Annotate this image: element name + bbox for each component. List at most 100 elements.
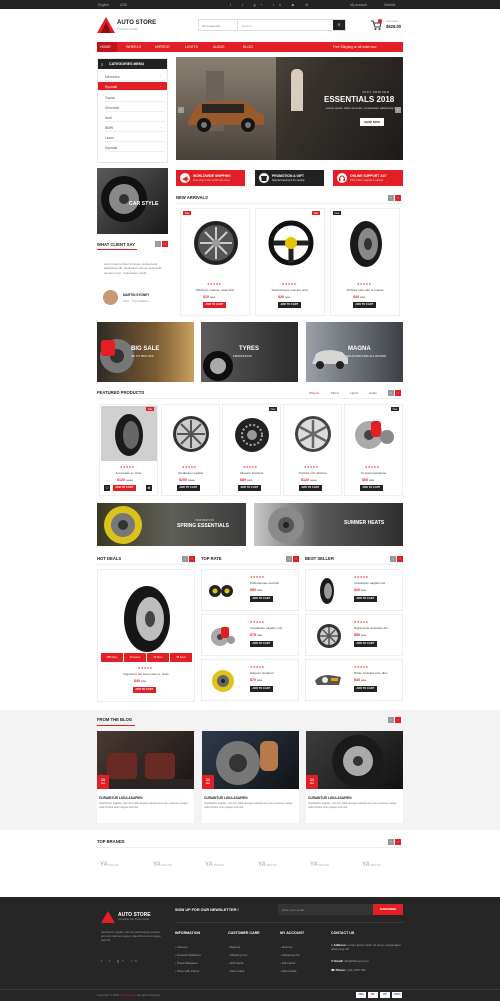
footer-link[interactable]: › Gift Cards [228, 961, 243, 965]
list-item[interactable]: ★★★★★ Aliquam tincidunt $70 $80 ADD TO C… [201, 659, 299, 701]
cart-icon[interactable] [370, 19, 382, 31]
cart-icon[interactable]: ⛉ [104, 485, 110, 491]
footer-link[interactable]: › Investor Relations [175, 953, 201, 957]
product-name[interactable]: Aliquam tincidunt [250, 671, 274, 675]
search-input[interactable]: Search [242, 24, 252, 28]
category-item[interactable]: Toyota [105, 93, 165, 102]
add-to-cart-button[interactable]: ADD TO CART [354, 596, 377, 602]
footer-link[interactable]: › Size Guide [280, 969, 297, 973]
add-to-cart-button[interactable]: ADD TO CART [353, 302, 376, 308]
cart-total[interactable]: $628.00 [386, 24, 401, 29]
blog-post-title[interactable]: CURABITUR LIGULASAPIEN [308, 796, 352, 800]
featured-prev-arrow[interactable]: ‹ [388, 390, 394, 396]
nav-blog[interactable]: BLOG [243, 45, 253, 49]
hot-deals-next-arrow[interactable]: › [189, 556, 195, 562]
product-name[interactable]: Aliquam tincidunt [223, 471, 280, 475]
tab-mirror[interactable]: Mirror [331, 391, 339, 395]
category-item-active[interactable]: Hyundai [98, 82, 167, 91]
footer-link[interactable]: › Returns [280, 945, 292, 949]
language-select[interactable]: English [98, 3, 109, 7]
product-name[interactable]: Ut accumsantisma [345, 471, 402, 475]
product-name[interactable]: Porttitor sed odio ut massa [331, 288, 399, 292]
product-card[interactable]: Sale ★★★★★ Accumsan et. Cras $120 $150 ⛉… [99, 404, 158, 496]
contact-phone[interactable]: ☎ Phone: (+01) 456 789 [331, 968, 365, 972]
blog-next-arrow[interactable]: › [395, 717, 401, 723]
brand-logo[interactable]: YA BRAND [310, 858, 350, 872]
product-name[interactable]: Vestibulum sagittis [162, 471, 219, 475]
new-arrivals-next-arrow[interactable]: › [395, 195, 401, 201]
top-rate-next-arrow[interactable]: › [293, 556, 299, 562]
newsletter-email-input[interactable]: Enter your email [278, 904, 373, 915]
add-to-cart-button[interactable]: ADD TO CART [278, 302, 301, 308]
category-item[interactable]: Audi [105, 113, 165, 122]
new-arrivals-prev-arrow[interactable]: ‹ [388, 195, 394, 201]
tab-wheels[interactable]: Wheels [309, 391, 319, 395]
banner-prev-arrow[interactable]: ‹ [178, 107, 184, 113]
product-card[interactable]: Sale ★★★★★ Maximus creasor, vitae felis … [180, 208, 250, 316]
nav-mirror[interactable]: MIRROR [155, 45, 170, 49]
featured-next-arrow[interactable]: › [395, 390, 401, 396]
car-style-banner[interactable]: CAR STYLE [97, 168, 168, 234]
spring-banner[interactable]: INSPIRATION SPRING ESSENTIALS [97, 503, 246, 546]
footer-link[interactable]: › Gift Cards [280, 961, 295, 965]
brands-prev-arrow[interactable]: ‹ [388, 839, 394, 845]
category-item[interactable]: Chevrolet [105, 103, 165, 112]
add-to-cart-button[interactable]: ADD TO CART [177, 485, 200, 491]
promo-big-sale[interactable]: BIG SALE UP TO 50% OFF [97, 322, 194, 382]
hot-deal-card[interactable]: 285 Days 24 Hours 59 Mins 58 Secs ★★★★★ … [97, 569, 195, 702]
best-seller-next-arrow[interactable]: › [397, 556, 403, 562]
footer-social-icons[interactable]: f t g+ in [101, 959, 140, 963]
product-card[interactable]: ★★★★★ Vestibulum sagittis $200 $250 ADD … [161, 404, 220, 496]
list-item[interactable]: ★★★★★ Dignissima vulputate dui $80 $90 A… [305, 614, 403, 656]
product-card[interactable]: New ★★★★★ Ut accumsantisma $65 $85 ADD T… [344, 404, 403, 496]
promo-tyres[interactable]: TYRES FROM $70.00 [201, 322, 298, 382]
compare-icon[interactable]: ⇄ [146, 485, 152, 491]
tab-audio[interactable]: Audio [369, 391, 377, 395]
nav-lights[interactable]: LIGHTS [185, 45, 198, 49]
product-name[interactable]: Vestibulum sagittis, nisl [250, 626, 282, 630]
banner-next-arrow[interactable]: › [395, 107, 401, 113]
footer-link[interactable]: › Shop with Points [175, 969, 199, 973]
categories-title[interactable]: CATEGORIES MENU [98, 59, 167, 69]
nav-audio[interactable]: AUDIO [213, 45, 224, 49]
add-to-cart-button[interactable]: ADD TO CART [250, 596, 273, 602]
contact-email[interactable]: ✉ Email: info@themes.com [331, 959, 368, 963]
add-to-cart-button[interactable]: ADD TO CART [354, 686, 377, 692]
brand-logo[interactable]: YA BRAND [258, 858, 298, 872]
testimonial-next-arrow[interactable]: › [162, 241, 168, 247]
add-to-cart-button[interactable]: ADD TO CART [250, 686, 273, 692]
product-name[interactable]: Vestibulum sagittis nisl [354, 581, 385, 585]
summer-banner[interactable]: SUMMER HEATS [254, 503, 403, 546]
testimonial-prev-arrow[interactable]: ‹ [155, 241, 161, 247]
blog-post[interactable]: 11 Dec CURABITUR LIGULASAPIEN Vestibulum… [306, 731, 403, 823]
product-name[interactable]: Dignissim dui accumsan et. Cras [98, 672, 194, 676]
category-item[interactable]: BMW [105, 123, 165, 132]
product-card[interactable]: ★★★★★ Porttitor nisl ultricies $120 $150… [283, 404, 342, 496]
wishlist-link[interactable]: Wishlist [384, 3, 395, 7]
social-icons[interactable]: f t g+ in ▶ ✉ [230, 3, 313, 7]
product-name[interactable]: Pellentesque suscipit, arcu [256, 288, 324, 292]
brand-logo[interactable]: YA BRAND [100, 858, 140, 872]
currency-select[interactable]: USD [120, 3, 127, 7]
list-item[interactable]: ★★★★★ Nihae Gubulat erat, dico $40 $50 A… [305, 659, 403, 701]
product-card[interactable]: New ★★★★★ Porttitor sed odio ut massa $4… [330, 208, 400, 316]
footer-link[interactable]: › Shipping Info [228, 953, 247, 957]
footer-link[interactable]: › Size Guide [228, 969, 245, 973]
product-card[interactable]: New ★★★★★ Aliquam tincidunt $80 $95 ADD … [222, 404, 281, 496]
product-name[interactable]: Maximus creasor, vitae felis [181, 288, 249, 292]
footer-link[interactable]: › Returns [228, 945, 240, 949]
brand-logo[interactable]: YA BRAND [153, 858, 193, 872]
blog-post-title[interactable]: CURABITUR LIGULASAPIEN [99, 796, 143, 800]
category-item[interactable]: Hyundai [105, 143, 165, 152]
product-name[interactable]: Pellentesque suscipit [250, 581, 279, 585]
top-rate-prev-arrow[interactable]: ‹ [286, 556, 292, 562]
shop-now-button[interactable]: SHOP NOW [360, 118, 384, 126]
list-item[interactable]: ★★★★★ Vestibulum sagittis nisl $20 $30 A… [305, 569, 403, 611]
add-to-cart-button[interactable]: ADD TO CART [299, 485, 322, 491]
product-name[interactable]: Porttitor nisl ultricies [284, 471, 341, 475]
category-item[interactable]: Lexus [105, 133, 165, 142]
footer-link[interactable]: › Press Releases [175, 961, 198, 965]
credit-link[interactable]: Field Themes [120, 993, 137, 997]
add-to-cart-button[interactable]: ADD TO CART [238, 485, 261, 491]
hot-deals-prev-arrow[interactable]: ‹ [182, 556, 188, 562]
